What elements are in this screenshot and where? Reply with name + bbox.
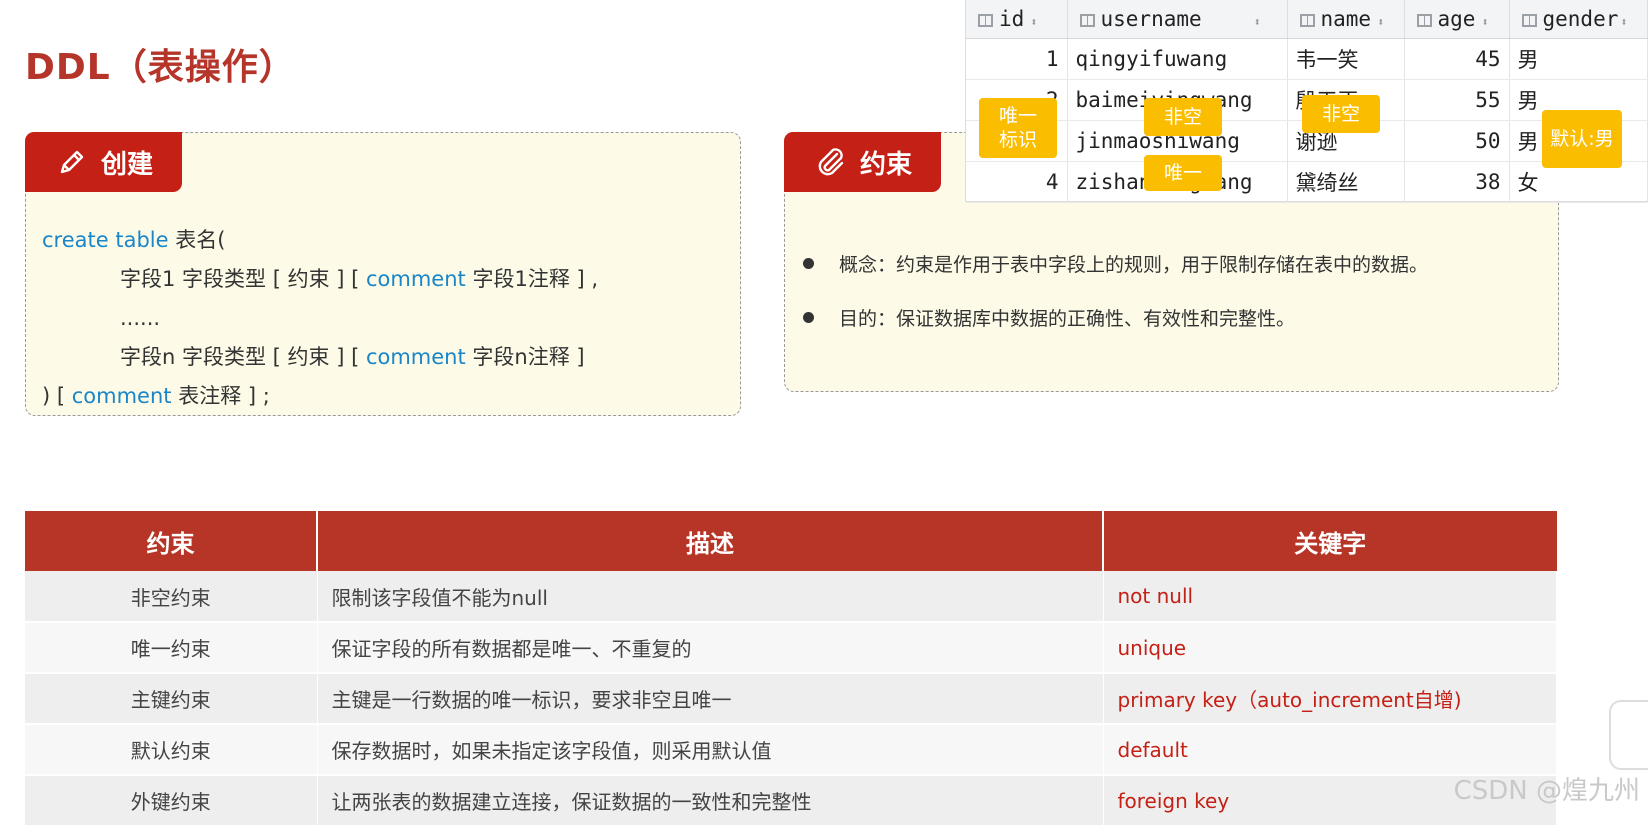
create-table-syntax: create table 表名( 字段1 字段类型 [ 约束 ] [ comme… xyxy=(42,221,598,416)
cell-age[interactable]: 38 xyxy=(1404,161,1510,203)
page-title: DDL（表操作） xyxy=(25,47,296,88)
sort-icon[interactable]: ⬍ xyxy=(1620,15,1627,29)
constraint-table: 约束 描述 关键字 非空约束 限制该字段值不能为null not null 唯一… xyxy=(25,511,1557,825)
sort-icon[interactable]: ⬍ xyxy=(1481,15,1488,29)
table-row: 外键约束 让两张表的数据建立连接，保证数据的一致性和完整性 foreign ke… xyxy=(25,775,1557,825)
constraint-name: 非空约束 xyxy=(25,571,318,623)
code-line-1: create table 表名( xyxy=(42,228,226,252)
pencil-icon xyxy=(55,145,89,179)
constraint-tab: 约束 xyxy=(784,132,941,192)
cell-age[interactable]: 45 xyxy=(1404,38,1510,80)
constraint-bullets: 概念：约束是作用于表中字段上的规则，用于限制存储在表中的数据。 目的：保证数据库… xyxy=(803,236,1428,344)
column-header-gender[interactable]: gender ⬍ xyxy=(1509,0,1648,39)
constraint-description: 保存数据时，如果未指定该字段值，则采用默认值 xyxy=(317,724,1104,776)
code-line-2: 字段1 字段类型 [ 约束 ] [ comment 字段1注释 ] , xyxy=(120,267,599,291)
code-line-4: 字段n 字段类型 [ 约束 ] [ comment 字段n注释 ] xyxy=(120,345,585,369)
table-row: 非空约束 限制该字段值不能为null not null xyxy=(25,571,1557,623)
table-row: 唯一约束 保证字段的所有数据都是唯一、不重复的 unique xyxy=(25,622,1557,674)
sort-icon[interactable]: ⬍ xyxy=(1030,15,1037,29)
constraint-description: 让两张表的数据建立连接，保证数据的一致性和完整性 xyxy=(317,775,1104,825)
column-header-id[interactable]: id ⬍ xyxy=(966,0,1068,39)
header-keyword: 关键字 xyxy=(1103,511,1557,571)
tag-not-null-username: 非空 xyxy=(1144,98,1222,136)
constraint-keyword: primary key（auto_increment自增) xyxy=(1103,673,1557,725)
table-row: 主键约束 主键是一行数据的唯一标识，要求非空且唯一 primary key（au… xyxy=(25,673,1557,725)
column-header-name[interactable]: name ⬍ xyxy=(1287,0,1405,39)
create-panel: 创建 create table 表名( 字段1 字段类型 [ 约束 ] [ co… xyxy=(25,132,741,416)
column-icon xyxy=(1079,13,1095,27)
column-icon xyxy=(1416,13,1432,27)
watermark: CSDN @煌九州 xyxy=(1453,776,1640,806)
sort-icon[interactable]: ⬍ xyxy=(1377,15,1384,29)
cell-age[interactable]: 50 xyxy=(1404,120,1510,162)
table-row: 默认约束 保存数据时，如果未指定该字段值，则采用默认值 default xyxy=(25,724,1557,776)
tag-label: 唯一 标识 xyxy=(998,105,1037,151)
tag-unique-identifier: 唯一 标识 xyxy=(979,98,1057,158)
constraint-name: 外键约束 xyxy=(25,775,318,825)
constraint-keyword: unique xyxy=(1103,622,1557,674)
cell-age[interactable]: 55 xyxy=(1404,79,1510,121)
tag-unique-username: 唯一 xyxy=(1144,155,1222,191)
constraint-keyword: not null xyxy=(1103,571,1557,623)
header-constraint: 约束 xyxy=(25,511,318,571)
column-icon xyxy=(978,13,993,27)
side-panel-handle[interactable] xyxy=(1609,700,1648,770)
cell-id[interactable]: 1 xyxy=(966,38,1068,80)
table-row[interactable]: 1 qingyifuwang 韦一笑 45 男 xyxy=(966,38,1648,80)
cell-name[interactable]: 黛绮丝 xyxy=(1287,161,1405,203)
constraint-description: 主键是一行数据的唯一标识，要求非空且唯一 xyxy=(317,673,1104,725)
create-tab-label: 创建 xyxy=(101,149,154,180)
constraint-description: 保证字段的所有数据都是唯一、不重复的 xyxy=(317,622,1104,674)
constraint-name: 默认约束 xyxy=(25,724,318,776)
tag-default-gender: 默认:男 xyxy=(1542,110,1622,168)
sort-icon[interactable]: ⬍ xyxy=(1254,15,1261,29)
constraint-description: 限制该字段值不能为null xyxy=(317,571,1104,623)
code-line-3: ...... xyxy=(120,306,161,330)
column-icon xyxy=(1521,13,1537,27)
create-tab: 创建 xyxy=(25,132,182,192)
cell-name[interactable]: 韦一笑 xyxy=(1287,38,1405,80)
constraint-keyword: default xyxy=(1103,724,1557,776)
constraint-name: 唯一约束 xyxy=(25,622,318,674)
cell-gender[interactable]: 男 xyxy=(1509,38,1648,80)
constraint-tab-label: 约束 xyxy=(860,149,913,180)
cell-username[interactable]: qingyifuwang xyxy=(1067,38,1288,80)
tag-not-null-name: 非空 xyxy=(1302,95,1380,133)
code-line-5: ) [ comment 表注释 ] ; xyxy=(42,384,270,408)
constraint-name: 主键约束 xyxy=(25,673,318,725)
bullet-concept: 概念：约束是作用于表中字段上的规则，用于限制存储在表中的数据。 xyxy=(803,236,1428,290)
bullet-dot xyxy=(803,311,814,323)
bullet-dot xyxy=(803,257,814,269)
cell-id[interactable]: 4 xyxy=(966,161,1068,203)
bullet-purpose: 目的：保证数据库中数据的正确性、有效性和完整性。 xyxy=(803,290,1428,344)
header-description: 描述 xyxy=(317,511,1104,571)
column-header-age[interactable]: age ⬍ xyxy=(1404,0,1510,39)
column-icon xyxy=(1299,13,1315,27)
column-header-username[interactable]: username ⬍ xyxy=(1067,0,1288,39)
paperclip-icon xyxy=(814,145,848,179)
